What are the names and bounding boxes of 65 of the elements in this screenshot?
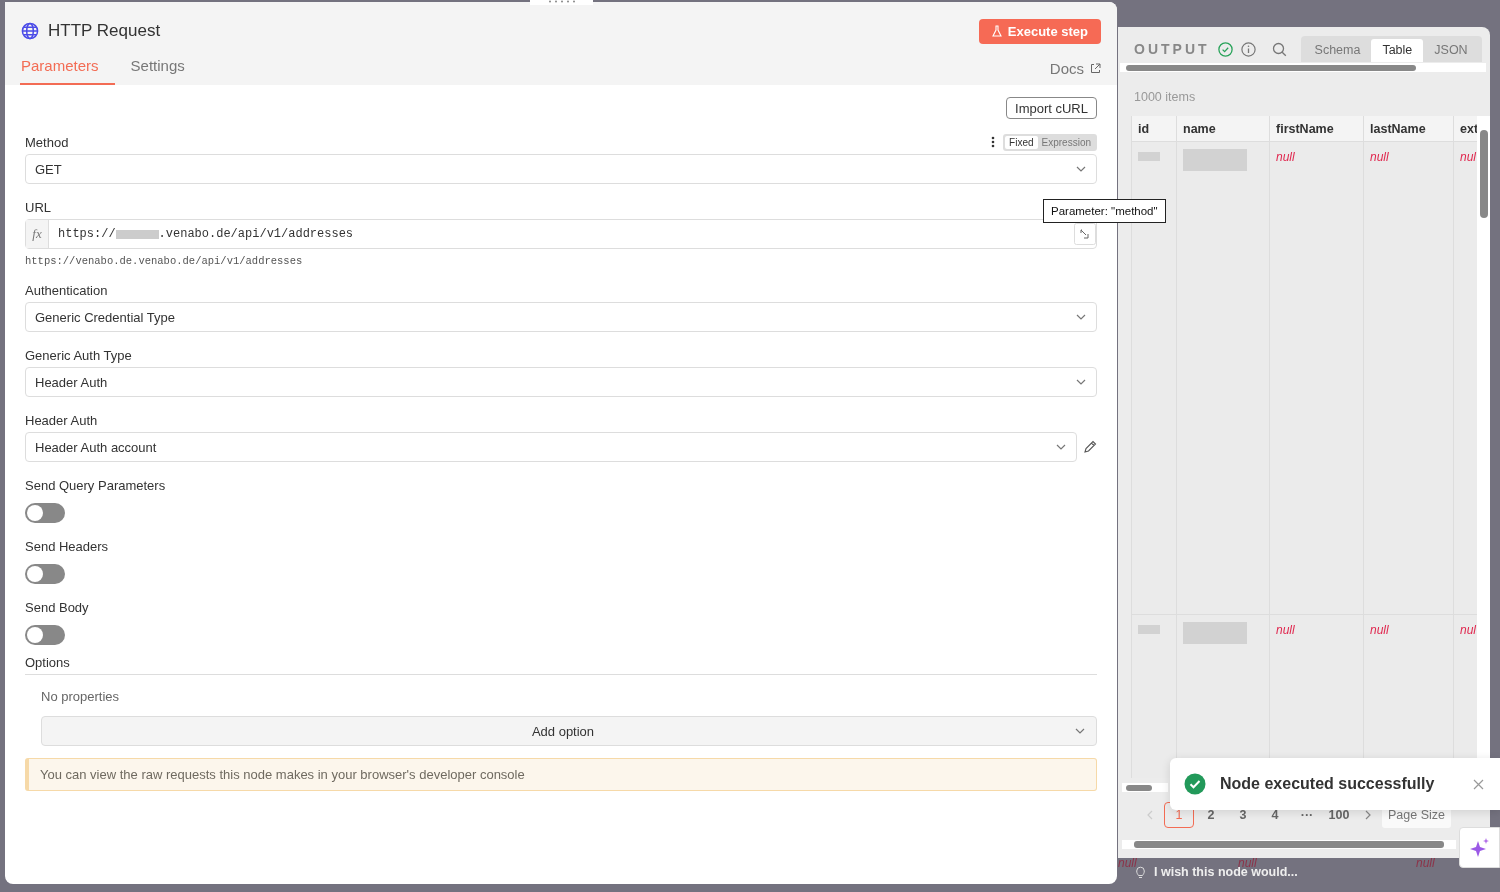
- expression-prefix: fx: [26, 220, 49, 248]
- pencil-icon[interactable]: [1083, 440, 1097, 454]
- field-label: Method: [25, 134, 69, 150]
- view-tab[interactable]: Schema: [1303, 39, 1372, 62]
- select-field[interactable]: Header Auth: [25, 367, 1097, 397]
- external-link-icon[interactable]: [1090, 63, 1101, 74]
- url-preview-text: https://venabo.de.venabo.de/api/v1/addresses: [25, 255, 304, 267]
- empty-state-text: No properties: [41, 689, 120, 704]
- toggle-switch[interactable]: [25, 625, 65, 645]
- horizontal-scrollbar[interactable]: [1120, 63, 1486, 72]
- item-count: 1000 items: [1134, 90, 1196, 104]
- toast-message: Node executed successfully: [1220, 775, 1436, 793]
- more-vertical-icon[interactable]: [991, 136, 996, 148]
- field-label: Header Auth: [25, 412, 98, 428]
- notice-banner: You can view the raw requests this node makes in your browser's developer console: [25, 758, 1097, 791]
- toggle-switch[interactable]: [25, 564, 65, 584]
- toggle-switch[interactable]: [25, 503, 65, 523]
- check-circle-icon: [1217, 41, 1233, 57]
- field-label: URL: [25, 199, 51, 215]
- field-label: Send Headers: [25, 538, 109, 554]
- info-icon[interactable]: [1240, 41, 1256, 57]
- ai-assistant-button[interactable]: [1459, 827, 1500, 868]
- view-tab[interactable]: Table: [1371, 39, 1424, 62]
- horizontal-scrollbar[interactable]: [1122, 783, 1168, 792]
- import-curl-button[interactable]: Import cURL: [1006, 97, 1097, 119]
- column-header: firstName: [1270, 116, 1364, 142]
- options-label: Options: [25, 655, 70, 670]
- node-title: HTTP Request: [48, 21, 161, 41]
- mode-option[interactable]: Expression: [1037, 135, 1095, 149]
- background-cell-text: null: [1118, 856, 1137, 870]
- url-end-text: .venabo.de/api/v1/addresses: [158, 227, 354, 241]
- redacted-block: [115, 229, 159, 239]
- field-label: Generic Auth Type: [25, 347, 132, 363]
- expand-icon[interactable]: [1074, 223, 1096, 245]
- flask-icon: [991, 25, 1002, 37]
- horizontal-scrollbar[interactable]: [1122, 840, 1456, 849]
- field-label: Send Query Parameters: [25, 477, 166, 493]
- background-cell-text: null: [1416, 856, 1435, 870]
- column-header: lastName: [1364, 116, 1454, 142]
- field-label: Authentication: [25, 282, 108, 298]
- tooltip: Parameter: "method": [1043, 199, 1166, 223]
- drag-handle-icon[interactable]: [547, 0, 576, 3]
- docs-link[interactable]: Docs: [1049, 60, 1084, 77]
- lightbulb-icon: [1136, 865, 1145, 879]
- url-start-text: https://: [58, 227, 116, 241]
- field-label: Send Body: [25, 599, 89, 615]
- select-field[interactable]: Header Auth account: [25, 432, 1077, 462]
- tab[interactable]: Parameters: [20, 57, 115, 85]
- url-input-field[interactable]: fx https:// .venabo.de/api/v1/addresses: [25, 219, 1097, 249]
- add-option-dropdown[interactable]: Add option: [41, 716, 1097, 746]
- execute-step-button[interactable]: Execute step: [978, 18, 1101, 44]
- table-cell: null: [1364, 142, 1454, 615]
- success-check-icon: [1184, 773, 1206, 795]
- output-title: OUTPUT: [1134, 41, 1210, 57]
- table-cell: null: [1270, 142, 1364, 615]
- column-header: name: [1177, 116, 1270, 142]
- column-header: id: [1132, 116, 1177, 142]
- globe-icon: [21, 22, 39, 40]
- tab[interactable]: Settings: [130, 57, 185, 85]
- search-icon[interactable]: [1271, 41, 1287, 57]
- view-tab[interactable]: JSON: [1423, 39, 1479, 62]
- mode-option[interactable]: Fixed: [1005, 135, 1038, 149]
- select-field[interactable]: Generic Credential Type: [25, 302, 1097, 332]
- close-icon[interactable]: [1473, 778, 1484, 790]
- select-field[interactable]: GET: [25, 154, 1097, 184]
